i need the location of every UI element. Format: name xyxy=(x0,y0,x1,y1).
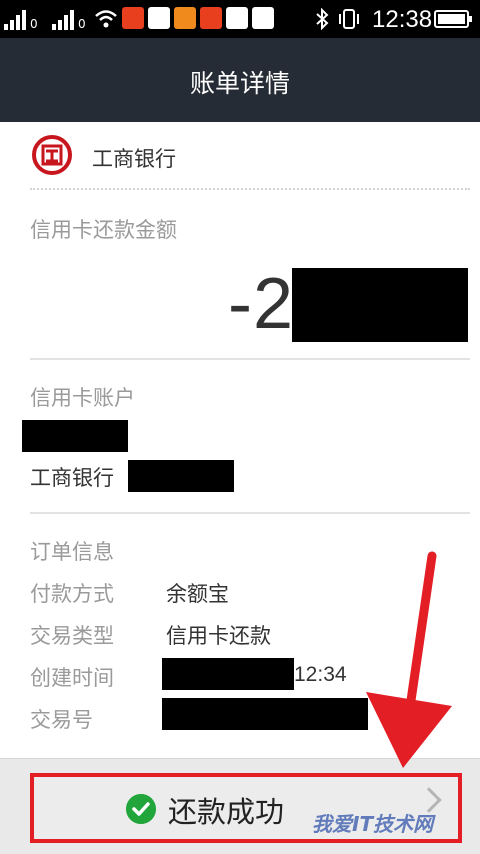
page-title: 账单详情 xyxy=(189,69,290,98)
wifi-icon xyxy=(95,10,117,28)
info-value: 信用卡还款 xyxy=(166,624,271,648)
info-key: 交易号 xyxy=(30,708,93,732)
icbc-logo-icon xyxy=(32,135,72,175)
notification-app-icon-3 xyxy=(226,7,248,29)
divider xyxy=(30,512,470,514)
bank-row: 工商银行 xyxy=(0,122,480,188)
amount-value: -2 xyxy=(227,264,294,344)
vibrate-icon xyxy=(339,9,359,29)
info-key: 交易类型 xyxy=(30,624,114,648)
repayment-success-label: 还款成功 xyxy=(168,795,285,829)
info-value: 余额宝 xyxy=(166,582,229,606)
info-row-transaction-type: 交易类型 信用卡还款 xyxy=(30,620,450,648)
order-section-label: 订单信息 xyxy=(30,540,114,564)
bluetooth-icon xyxy=(316,8,329,30)
notification-app-icon xyxy=(122,7,144,29)
gallery-icon xyxy=(148,7,170,29)
info-row-payment-method: 付款方式 余额宝 xyxy=(30,578,450,606)
redacted-transaction-id xyxy=(162,698,368,730)
redacted-card-tail xyxy=(128,460,234,492)
svg-text:0: 0 xyxy=(30,17,38,30)
amount-label: 信用卡还款金额 xyxy=(30,218,177,242)
footer-bar: 还款成功 xyxy=(0,758,480,854)
info-key: 付款方式 xyxy=(30,582,114,606)
divider xyxy=(30,188,470,190)
redacted-amount xyxy=(292,268,468,342)
notification-app-icon-2 xyxy=(174,7,196,29)
taobao-icon xyxy=(200,7,222,29)
status-bar: 0 0 12:38 xyxy=(0,0,480,38)
account-bank-name: 工商银行 xyxy=(30,466,114,490)
bill-detail-card: 工商银行 信用卡还款金额 -2 信用卡账户 工商银行 订单信息 付款方式 余额宝… xyxy=(0,122,480,758)
divider xyxy=(30,358,470,360)
watermark-text: 我爱IT技术网 xyxy=(312,812,434,836)
battery-icon xyxy=(434,10,472,28)
header-bar: 账单详情 xyxy=(0,38,480,122)
svg-text:0: 0 xyxy=(78,17,86,30)
status-time: 12:38 xyxy=(372,6,433,33)
info-key: 创建时间 xyxy=(30,666,114,690)
account-label: 信用卡账户 xyxy=(30,386,135,410)
redacted-account-number xyxy=(22,420,128,452)
notification-app-icon-4 xyxy=(252,7,274,29)
bank-name: 工商银行 xyxy=(92,147,176,171)
signal-icon-2: 0 xyxy=(52,10,86,30)
check-circle-icon xyxy=(126,794,156,824)
signal-icon: 0 xyxy=(4,10,38,30)
created-time-suffix: 12:34 xyxy=(294,663,347,686)
redacted-created-date xyxy=(162,658,294,690)
